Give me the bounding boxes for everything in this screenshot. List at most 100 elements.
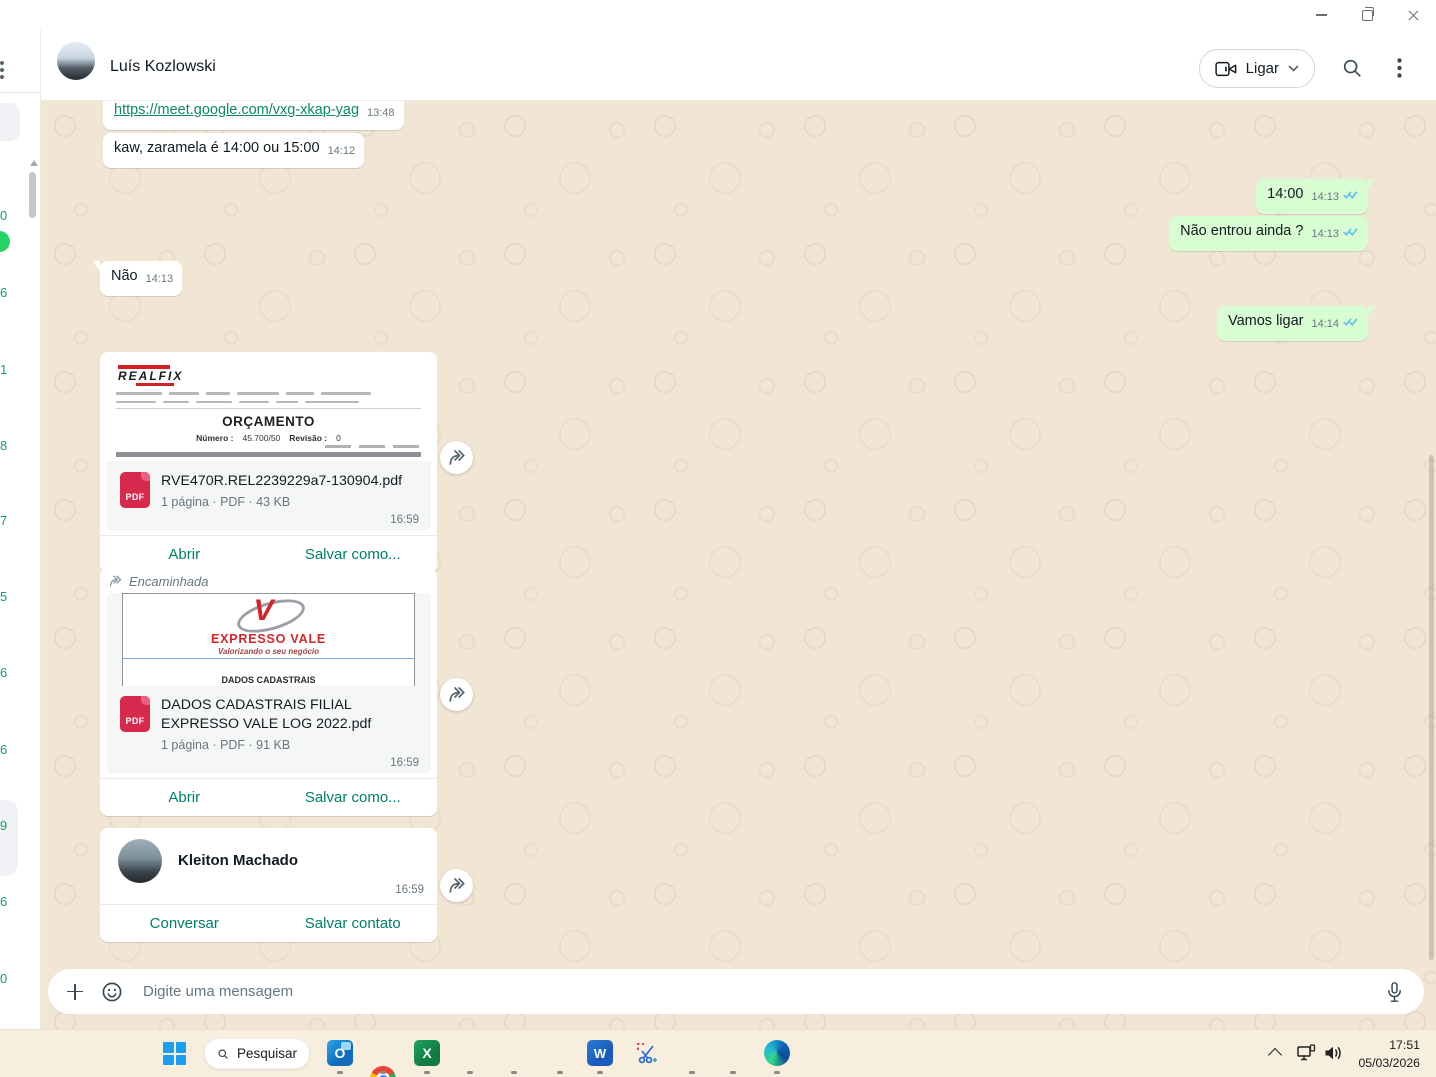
chat-list-fragment: 5	[0, 589, 7, 604]
taskbar-clock[interactable]: 17:51 05/03/2026	[1340, 1037, 1420, 1073]
running-indicator	[689, 1071, 695, 1074]
message-time: 13:48	[367, 107, 395, 119]
read-receipt-double-check-icon	[1342, 189, 1359, 200]
running-indicator	[774, 1071, 780, 1074]
open-document-button[interactable]: Abrir	[100, 779, 269, 816]
close-button[interactable]	[1390, 0, 1436, 30]
message-bubble: Vamos ligar14:14	[1217, 306, 1368, 341]
chat-list-fragment: 6	[0, 894, 7, 909]
forward-arrow-icon	[447, 876, 467, 896]
forward-arrow-icon	[447, 685, 467, 705]
chat-list-fragment: 7	[0, 513, 7, 528]
message-bubble: Não entrou ainda ? 14:13	[1169, 216, 1368, 251]
message-text: Não entrou ainda ?	[1180, 223, 1303, 239]
clock-date: 05/03/2026	[1340, 1055, 1420, 1073]
pdf-preview-expresso-vale[interactable]: V EXPRESSO VALE Valorizando o seu negóci…	[106, 593, 431, 685]
chat-list-fragment: 6	[0, 742, 7, 757]
save-contact-button[interactable]: Salvar contato	[269, 905, 438, 942]
outlook-icon[interactable]: O	[327, 1040, 353, 1066]
more-options-kebab-icon[interactable]	[1387, 56, 1411, 80]
call-button-label: Ligar	[1246, 60, 1279, 77]
unread-badge	[0, 231, 10, 252]
network-icon[interactable]	[1296, 1043, 1318, 1068]
message-time: 14:13	[146, 273, 174, 285]
realfix-brand-text: REALFIX	[118, 370, 183, 382]
message-time: 14:12	[328, 145, 356, 157]
message-input[interactable]	[141, 982, 1367, 1001]
contact-avatar[interactable]	[57, 42, 95, 80]
message-time: 14:13	[1311, 191, 1339, 203]
message-time: 16:59	[395, 884, 424, 896]
pdf-file-icon: PDF	[120, 472, 150, 508]
expresso-vale-brand-text: EXPRESSO VALE	[211, 632, 326, 646]
document-filename: RVE470R.REL2239229a7-130904.pdf	[161, 472, 402, 491]
word-icon[interactable]: W	[587, 1040, 613, 1066]
chat-list-fragment: 0	[0, 208, 7, 223]
message-bubble: 14:0014:13	[1256, 179, 1368, 214]
message-time: 14:13	[1311, 228, 1339, 240]
document-meta: 1 página · PDF · 91 KB	[161, 738, 391, 752]
chat-list-search-field[interactable]	[0, 103, 20, 141]
message-bubble: kaw, zaramela é 14:00 ou 15:00 14:12	[103, 133, 364, 168]
contact-name[interactable]: Luís Kozlowski	[110, 58, 216, 76]
taskbar-search[interactable]: Pesquisar	[204, 1038, 310, 1069]
read-receipt-double-check-icon	[1342, 226, 1359, 237]
chevron-down-icon	[1288, 65, 1299, 72]
pdf-preview-heading: DADOS CADASTRAIS	[221, 675, 315, 685]
message-time: 14:14	[1311, 318, 1339, 330]
save-as-button[interactable]: Salvar como...	[269, 779, 438, 816]
read-receipt-double-check-icon	[1342, 316, 1359, 327]
running-indicator	[511, 1071, 517, 1074]
attach-plus-icon[interactable]	[67, 984, 83, 1000]
forward-message-button[interactable]	[440, 441, 473, 474]
chat-list-fragment: 1	[0, 362, 7, 377]
scrollbar-up-arrow[interactable]	[30, 160, 38, 166]
chat-list-fragment: 9	[0, 818, 7, 833]
forward-message-button[interactable]	[440, 869, 473, 902]
pdf-field-label: Número :	[196, 433, 233, 443]
message-time: 16:59	[390, 757, 419, 769]
restore-button[interactable]	[1344, 0, 1390, 30]
meet-link[interactable]: https://meet.google.com/vxg-xkap-yag	[114, 102, 359, 118]
sticker-emoji-icon[interactable]	[100, 980, 124, 1004]
clock-time: 17:51	[1340, 1037, 1420, 1055]
selected-chat-highlight[interactable]	[0, 800, 18, 876]
document-filename: DADOS CADASTRAIS FILIAL EXPRESSO VALE LO…	[161, 696, 391, 734]
panel-divider	[0, 92, 40, 93]
pdf-field-value: 45.700/50	[242, 433, 280, 443]
start-button[interactable]	[163, 1042, 186, 1065]
window-titlebar	[0, 0, 1436, 30]
excel-icon[interactable]: X	[414, 1040, 440, 1066]
menu-kebab-icon[interactable]	[0, 58, 4, 82]
chat-scrollbar[interactable]	[1429, 455, 1434, 960]
start-chat-button[interactable]: Conversar	[100, 905, 269, 942]
document-message-card: REALFIX ORÇAMENTO Número : 45.700/50 Rev…	[100, 352, 437, 573]
message-time: 16:59	[390, 514, 419, 526]
shared-contact-avatar	[118, 839, 162, 883]
snipping-tool-icon[interactable]	[634, 1040, 660, 1066]
call-button[interactable]: Ligar	[1199, 49, 1315, 88]
close-icon	[1407, 9, 1420, 22]
pdf-file-icon: PDF	[120, 696, 150, 732]
microphone-icon[interactable]	[1384, 980, 1405, 1004]
tray-chevron-up-icon[interactable]	[1268, 1048, 1282, 1062]
minimize-button[interactable]	[1298, 0, 1344, 30]
search-icon	[217, 1047, 229, 1061]
message-bubble: Não14:13	[100, 261, 182, 296]
windows-taskbar: Pesquisar O X 2 T 3 W	[0, 1029, 1436, 1077]
chat-header: Luís Kozlowski Ligar	[41, 30, 1436, 101]
video-camera-icon	[1215, 60, 1237, 78]
running-indicator	[424, 1071, 430, 1074]
message-text: kaw, zaramela é 14:00 ou 15:00	[114, 140, 320, 156]
chat-list-fragment: 8	[0, 438, 7, 453]
chat-list-scrollbar[interactable]	[29, 172, 36, 218]
expresso-vale-logo: V	[224, 598, 314, 630]
chat-list-fragment: 0	[0, 971, 7, 986]
forward-message-button[interactable]	[440, 678, 473, 711]
edge-icon[interactable]	[764, 1040, 790, 1066]
pdf-preview-realfix[interactable]: REALFIX ORÇAMENTO Número : 45.700/50 Rev…	[106, 358, 431, 461]
shared-contact-name: Kleiton Machado	[178, 852, 298, 869]
pdf-preview-title: ORÇAMENTO	[116, 414, 421, 429]
search-icon[interactable]	[1340, 56, 1364, 80]
chat-list-fragment: 6	[0, 285, 7, 300]
